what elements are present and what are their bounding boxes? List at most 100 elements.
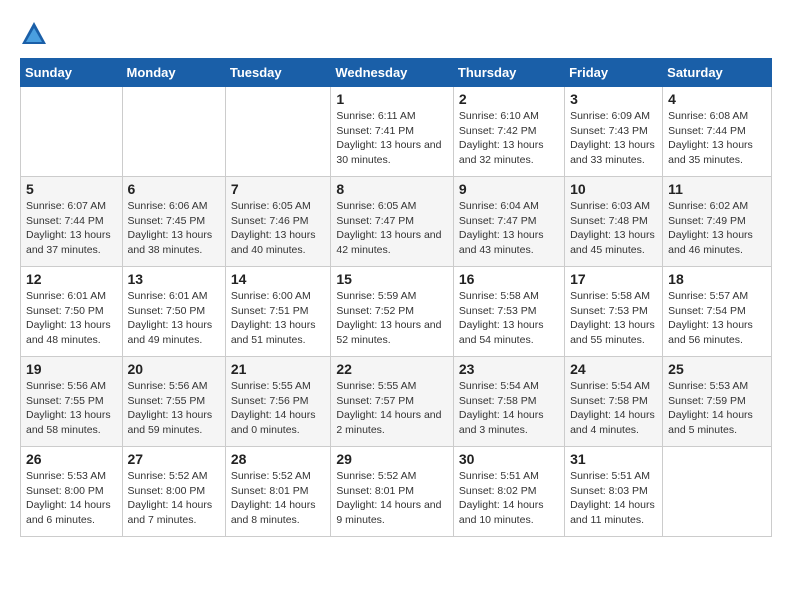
day-info: Sunrise: 6:09 AM Sunset: 7:43 PM Dayligh… — [570, 109, 657, 168]
day-info: Sunrise: 6:11 AM Sunset: 7:41 PM Dayligh… — [336, 109, 448, 168]
calendar-cell: 25Sunrise: 5:53 AM Sunset: 7:59 PM Dayli… — [663, 357, 772, 447]
day-info: Sunrise: 6:04 AM Sunset: 7:47 PM Dayligh… — [459, 199, 559, 258]
calendar-table: SundayMondayTuesdayWednesdayThursdayFrid… — [20, 58, 772, 537]
calendar-cell: 12 Sunrise: 6:01 AM Sunset: 7:50 PM Dayli… — [21, 267, 123, 357]
day-number: 4 — [668, 91, 766, 107]
calendar-week-row: 1 Sunrise: 6:11 AM Sunset: 7:41 PM Daylig… — [21, 87, 772, 177]
day-info: Sunrise: 5:54 AM Sunset: 7:58 PM Dayligh… — [459, 379, 559, 438]
calendar-cell: 18 Sunrise: 5:57 AM Sunset: 7:54 PM Dayli… — [663, 267, 772, 357]
day-info: Sunrise: 5:56 AM Sunset: 7:55 PM Dayligh… — [26, 379, 117, 438]
day-of-week-header: Tuesday — [225, 59, 331, 87]
day-number: 8 — [336, 181, 448, 197]
day-number: 12 — [26, 271, 117, 287]
calendar-cell: 26 Sunrise: 5:53 AM Sunset: 8:00 PM Dayli… — [21, 447, 123, 537]
day-number: 16 — [459, 271, 559, 287]
day-info: Sunrise: 5:58 AM Sunset: 7:53 PM Dayligh… — [459, 289, 559, 348]
logo-icon — [20, 20, 48, 48]
day-info: Sunrise: 6:07 AM Sunset: 7:44 PM Dayligh… — [26, 199, 117, 258]
day-of-week-header: Saturday — [663, 59, 772, 87]
day-number: 2 — [459, 91, 559, 107]
calendar-cell: 10 Sunrise: 6:03 AM Sunset: 7:48 PM Dayli… — [565, 177, 663, 267]
day-number: 1 — [336, 91, 448, 107]
day-of-week-header: Monday — [122, 59, 225, 87]
day-number: 10 — [570, 181, 657, 197]
calendar-cell: 23 Sunrise: 5:54 AM Sunset: 7:58 PM Dayli… — [453, 357, 564, 447]
day-of-week-header: Friday — [565, 59, 663, 87]
day-info: Sunrise: 5:52 AM Sunset: 8:01 PM Dayligh… — [336, 469, 448, 528]
day-number: 31 — [570, 451, 657, 467]
day-info: Sunrise: 5:51 AM Sunset: 8:02 PM Dayligh… — [459, 469, 559, 528]
day-info: Sunrise: 6:01 AM Sunset: 7:50 PM Dayligh… — [26, 289, 117, 348]
day-info: Sunrise: 6:02 AM Sunset: 7:49 PM Dayligh… — [668, 199, 766, 258]
day-info: Sunrise: 5:55 AM Sunset: 7:57 PM Dayligh… — [336, 379, 448, 438]
calendar-week-row: 19 Sunrise: 5:56 AM Sunset: 7:55 PM Dayli… — [21, 357, 772, 447]
day-number: 3 — [570, 91, 657, 107]
day-info: Sunrise: 6:01 AM Sunset: 7:50 PM Dayligh… — [128, 289, 220, 348]
calendar-cell: 21Sunrise: 5:55 AM Sunset: 7:56 PM Dayli… — [225, 357, 331, 447]
calendar-cell: 14 Sunrise: 6:00 AM Sunset: 7:51 PM Dayli… — [225, 267, 331, 357]
days-header-row: SundayMondayTuesdayWednesdayThursdayFrid… — [21, 59, 772, 87]
day-info: Sunrise: 5:52 AM Sunset: 8:00 PM Dayligh… — [128, 469, 220, 528]
day-number: 11 — [668, 181, 766, 197]
calendar-cell: 31 Sunrise: 5:51 AM Sunset: 8:03 PM Dayli… — [565, 447, 663, 537]
calendar-cell: 13Sunrise: 6:01 AM Sunset: 7:50 PM Dayli… — [122, 267, 225, 357]
calendar-cell: 16 Sunrise: 5:58 AM Sunset: 7:53 PM Dayli… — [453, 267, 564, 357]
day-info: Sunrise: 5:59 AM Sunset: 7:52 PM Dayligh… — [336, 289, 448, 348]
calendar-cell: 2Sunrise: 6:10 AM Sunset: 7:42 PM Daylig… — [453, 87, 564, 177]
day-info: Sunrise: 5:55 AM Sunset: 7:56 PM Dayligh… — [231, 379, 326, 438]
day-info: Sunrise: 5:57 AM Sunset: 7:54 PM Dayligh… — [668, 289, 766, 348]
day-number: 5 — [26, 181, 117, 197]
logo — [20, 20, 52, 48]
day-number: 24 — [570, 361, 657, 377]
day-of-week-header: Wednesday — [331, 59, 454, 87]
day-number: 17 — [570, 271, 657, 287]
day-number: 9 — [459, 181, 559, 197]
calendar-cell: 30 Sunrise: 5:51 AM Sunset: 8:02 PM Dayli… — [453, 447, 564, 537]
calendar-cell: 9 Sunrise: 6:04 AM Sunset: 7:47 PM Daylig… — [453, 177, 564, 267]
calendar-cell — [122, 87, 225, 177]
calendar-cell: 3 Sunrise: 6:09 AM Sunset: 7:43 PM Daylig… — [565, 87, 663, 177]
day-info: Sunrise: 5:53 AM Sunset: 8:00 PM Dayligh… — [26, 469, 117, 528]
day-of-week-header: Sunday — [21, 59, 123, 87]
calendar-cell: 17Sunrise: 5:58 AM Sunset: 7:53 PM Dayli… — [565, 267, 663, 357]
day-number: 26 — [26, 451, 117, 467]
calendar-cell: 19 Sunrise: 5:56 AM Sunset: 7:55 PM Dayli… — [21, 357, 123, 447]
day-number: 20 — [128, 361, 220, 377]
day-info: Sunrise: 5:53 AM Sunset: 7:59 PM Dayligh… — [668, 379, 766, 438]
calendar-cell: 24Sunrise: 5:54 AM Sunset: 7:58 PM Dayli… — [565, 357, 663, 447]
day-info: Sunrise: 6:05 AM Sunset: 7:46 PM Dayligh… — [231, 199, 326, 258]
day-info: Sunrise: 6:06 AM Sunset: 7:45 PM Dayligh… — [128, 199, 220, 258]
calendar-cell: 27 Sunrise: 5:52 AM Sunset: 8:00 PM Dayli… — [122, 447, 225, 537]
calendar-cell: 15 Sunrise: 5:59 AM Sunset: 7:52 PM Dayli… — [331, 267, 454, 357]
day-number: 27 — [128, 451, 220, 467]
calendar-week-row: 12 Sunrise: 6:01 AM Sunset: 7:50 PM Dayli… — [21, 267, 772, 357]
day-number: 29 — [336, 451, 448, 467]
calendar-cell — [663, 447, 772, 537]
calendar-cell — [21, 87, 123, 177]
day-number: 15 — [336, 271, 448, 287]
day-info: Sunrise: 6:03 AM Sunset: 7:48 PM Dayligh… — [570, 199, 657, 258]
day-number: 18 — [668, 271, 766, 287]
day-of-week-header: Thursday — [453, 59, 564, 87]
day-info: Sunrise: 6:08 AM Sunset: 7:44 PM Dayligh… — [668, 109, 766, 168]
calendar-week-row: 5 Sunrise: 6:07 AM Sunset: 7:44 PM Daylig… — [21, 177, 772, 267]
day-number: 14 — [231, 271, 326, 287]
calendar-cell: 28Sunrise: 5:52 AM Sunset: 8:01 PM Dayli… — [225, 447, 331, 537]
day-number: 23 — [459, 361, 559, 377]
day-info: Sunrise: 5:51 AM Sunset: 8:03 PM Dayligh… — [570, 469, 657, 528]
page-header — [20, 20, 772, 48]
day-number: 19 — [26, 361, 117, 377]
calendar-cell: 22Sunrise: 5:55 AM Sunset: 7:57 PM Dayli… — [331, 357, 454, 447]
day-number: 6 — [128, 181, 220, 197]
calendar-cell: 4 Sunrise: 6:08 AM Sunset: 7:44 PM Daylig… — [663, 87, 772, 177]
calendar-cell: 1 Sunrise: 6:11 AM Sunset: 7:41 PM Daylig… — [331, 87, 454, 177]
calendar-cell — [225, 87, 331, 177]
calendar-cell: 6 Sunrise: 6:06 AM Sunset: 7:45 PM Daylig… — [122, 177, 225, 267]
calendar-cell: 29 Sunrise: 5:52 AM Sunset: 8:01 PM Dayli… — [331, 447, 454, 537]
calendar-cell: 5 Sunrise: 6:07 AM Sunset: 7:44 PM Daylig… — [21, 177, 123, 267]
calendar-cell: 7Sunrise: 6:05 AM Sunset: 7:46 PM Daylig… — [225, 177, 331, 267]
day-number: 30 — [459, 451, 559, 467]
calendar-cell: 20 Sunrise: 5:56 AM Sunset: 7:55 PM Dayli… — [122, 357, 225, 447]
day-info: Sunrise: 5:56 AM Sunset: 7:55 PM Dayligh… — [128, 379, 220, 438]
day-info: Sunrise: 6:00 AM Sunset: 7:51 PM Dayligh… — [231, 289, 326, 348]
